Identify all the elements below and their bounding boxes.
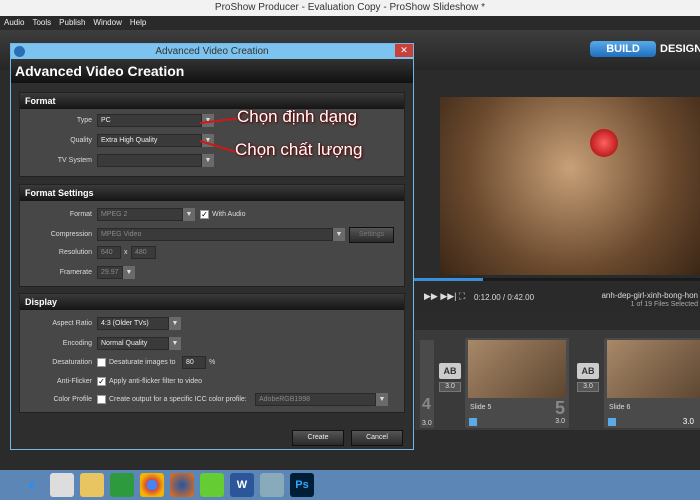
slide-thumbnail	[468, 340, 566, 398]
slide-thumbnail	[607, 340, 700, 398]
play-icon[interactable]	[469, 418, 477, 426]
chrome-icon[interactable]	[140, 473, 164, 497]
framerate-label: Framerate	[59, 269, 92, 276]
settings-button[interactable]: Settings	[349, 227, 394, 243]
anti-flicker-checkbox[interactable]: ✓	[97, 377, 106, 386]
desaturation-label: Desaturation	[52, 359, 92, 366]
chevron-down-icon[interactable]: ▼	[169, 317, 181, 330]
chevron-down-icon[interactable]: ▼	[376, 393, 388, 406]
menu-audio[interactable]: Audio	[4, 16, 24, 30]
store-icon[interactable]	[110, 473, 134, 497]
close-button[interactable]: ✕	[395, 44, 413, 57]
color-profile-select[interactable]: AdobeRGB1998	[255, 393, 376, 406]
aspect-ratio-select[interactable]: 4:3 (Older TVs)	[97, 317, 169, 330]
window-title: ProShow Producer - Evaluation Copy - Pro…	[0, 0, 700, 16]
menu-bar: Audio Tools Publish Window Help	[0, 16, 700, 30]
proshow-icon[interactable]	[260, 473, 284, 497]
chevron-down-icon[interactable]: ▼	[183, 208, 195, 221]
ie-icon[interactable]: e	[20, 473, 44, 497]
create-button[interactable]: Create	[292, 430, 344, 446]
advanced-video-creation-dialog: Advanced Video Creation ✕ Advanced Video…	[10, 43, 414, 450]
quality-label: Quality	[70, 137, 92, 144]
quality-select[interactable]: Extra High Quality	[97, 134, 202, 147]
tv-system-label: TV System	[57, 157, 92, 164]
anti-flicker-label: Anti-Flicker	[56, 378, 92, 385]
encoding-label: Encoding	[62, 340, 92, 347]
slide-timeline: 4 3.0 AB 3.0 Slide 5 5 3.0 AB 3.0 Slide …	[415, 330, 700, 430]
format-select[interactable]: MPEG 2	[97, 208, 183, 221]
transition-ab[interactable]: AB	[439, 363, 461, 379]
compression-label: Compression	[50, 231, 92, 238]
resolution-width[interactable]: 640	[97, 246, 121, 259]
with-audio-checkbox[interactable]: ✓	[200, 210, 209, 219]
color-profile-label: Color Profile	[53, 396, 92, 403]
playback-controls-icon[interactable]: ▶▶ ▶▶| ⛶	[424, 291, 465, 302]
format-settings-section: Format Settings Format MPEG 2 ▼ ✓ With A…	[19, 184, 405, 287]
tv-system-select[interactable]	[97, 154, 202, 167]
design-mode-button[interactable]: DESIGN	[660, 41, 700, 57]
section-title: Display	[20, 294, 404, 310]
word-icon[interactable]: W	[230, 473, 254, 497]
chevron-down-icon[interactable]: ▼	[169, 337, 181, 350]
aspect-ratio-label: Aspect Ratio	[52, 320, 92, 327]
transition-ab[interactable]: AB	[577, 363, 599, 379]
menu-tools[interactable]: Tools	[32, 16, 51, 30]
slide-4-partial[interactable]: 4 3.0	[420, 340, 434, 428]
build-mode-button[interactable]: BUILD	[590, 41, 656, 57]
slide-6[interactable]: Slide 6 6 3.0	[604, 338, 700, 428]
chevron-down-icon[interactable]: ▼	[202, 154, 214, 167]
preview-image	[440, 97, 700, 275]
selection-count: 1 of 19 Files Selected	[630, 301, 698, 308]
annotation-format: Chọn định dạng	[237, 107, 358, 126]
transition-duration[interactable]: 3.0	[577, 382, 599, 392]
format-label: Format	[69, 211, 92, 218]
dialog-title: Advanced Video Creation	[11, 44, 413, 59]
transition-duration[interactable]: 3.0	[439, 382, 461, 392]
menu-publish[interactable]: Publish	[59, 16, 85, 30]
menu-window[interactable]: Window	[93, 16, 121, 30]
display-section: Display Aspect Ratio 4:3 (Older TVs) ▼ E…	[19, 293, 405, 413]
photoshop-icon[interactable]: Ps	[290, 473, 314, 497]
playback-time: 0:12.00 / 0:42.00	[474, 293, 535, 302]
type-label: Type	[76, 117, 92, 124]
slide-5[interactable]: Slide 5 5 3.0	[465, 338, 569, 428]
app-icon[interactable]	[50, 473, 74, 497]
folder-icon[interactable]	[80, 473, 104, 497]
encoding-select[interactable]: Normal Quality	[97, 337, 169, 350]
color-profile-checkbox[interactable]	[97, 395, 106, 404]
progress-fill	[410, 278, 483, 281]
chevron-down-icon[interactable]: ▼	[123, 266, 135, 279]
format-section: Format Type PC ▼ Quality Extra High Qual…	[19, 92, 405, 177]
play-icon[interactable]	[608, 418, 616, 426]
slide-6-duration: 3.0	[682, 417, 694, 426]
menu-help[interactable]: Help	[130, 16, 146, 30]
progress-track[interactable]	[410, 278, 700, 281]
resolution-height[interactable]: 480	[131, 246, 156, 259]
dialog-header: Advanced Video Creation	[11, 59, 413, 83]
with-audio-label: With Audio	[212, 211, 246, 218]
desaturate-checkbox[interactable]	[97, 358, 106, 367]
app-logo-icon	[14, 46, 25, 57]
desaturate-value-input[interactable]: 80	[182, 356, 206, 369]
app-icon[interactable]	[200, 473, 224, 497]
cancel-button[interactable]: Cancel	[351, 430, 403, 446]
resolution-label: Resolution	[58, 249, 92, 256]
traffic-light	[590, 129, 618, 157]
chevron-down-icon[interactable]: ▼	[333, 228, 345, 241]
compression-select[interactable]: MPEG Video	[97, 228, 333, 241]
section-title: Format Settings	[20, 185, 404, 201]
framerate-select[interactable]: 29.97	[97, 266, 123, 279]
file-name: anh-dep-girl-xinh-bong-hon	[601, 291, 698, 300]
firefox-icon[interactable]	[170, 473, 194, 497]
taskbar: e W Ps	[0, 470, 700, 500]
type-select[interactable]: PC	[97, 114, 202, 127]
transport-bar: ▶▶ ▶▶| ⛶ 0:12.00 / 0:42.00 anh-dep-girl-…	[410, 283, 700, 313]
annotation-quality: Chọn chất lượng	[235, 140, 363, 159]
